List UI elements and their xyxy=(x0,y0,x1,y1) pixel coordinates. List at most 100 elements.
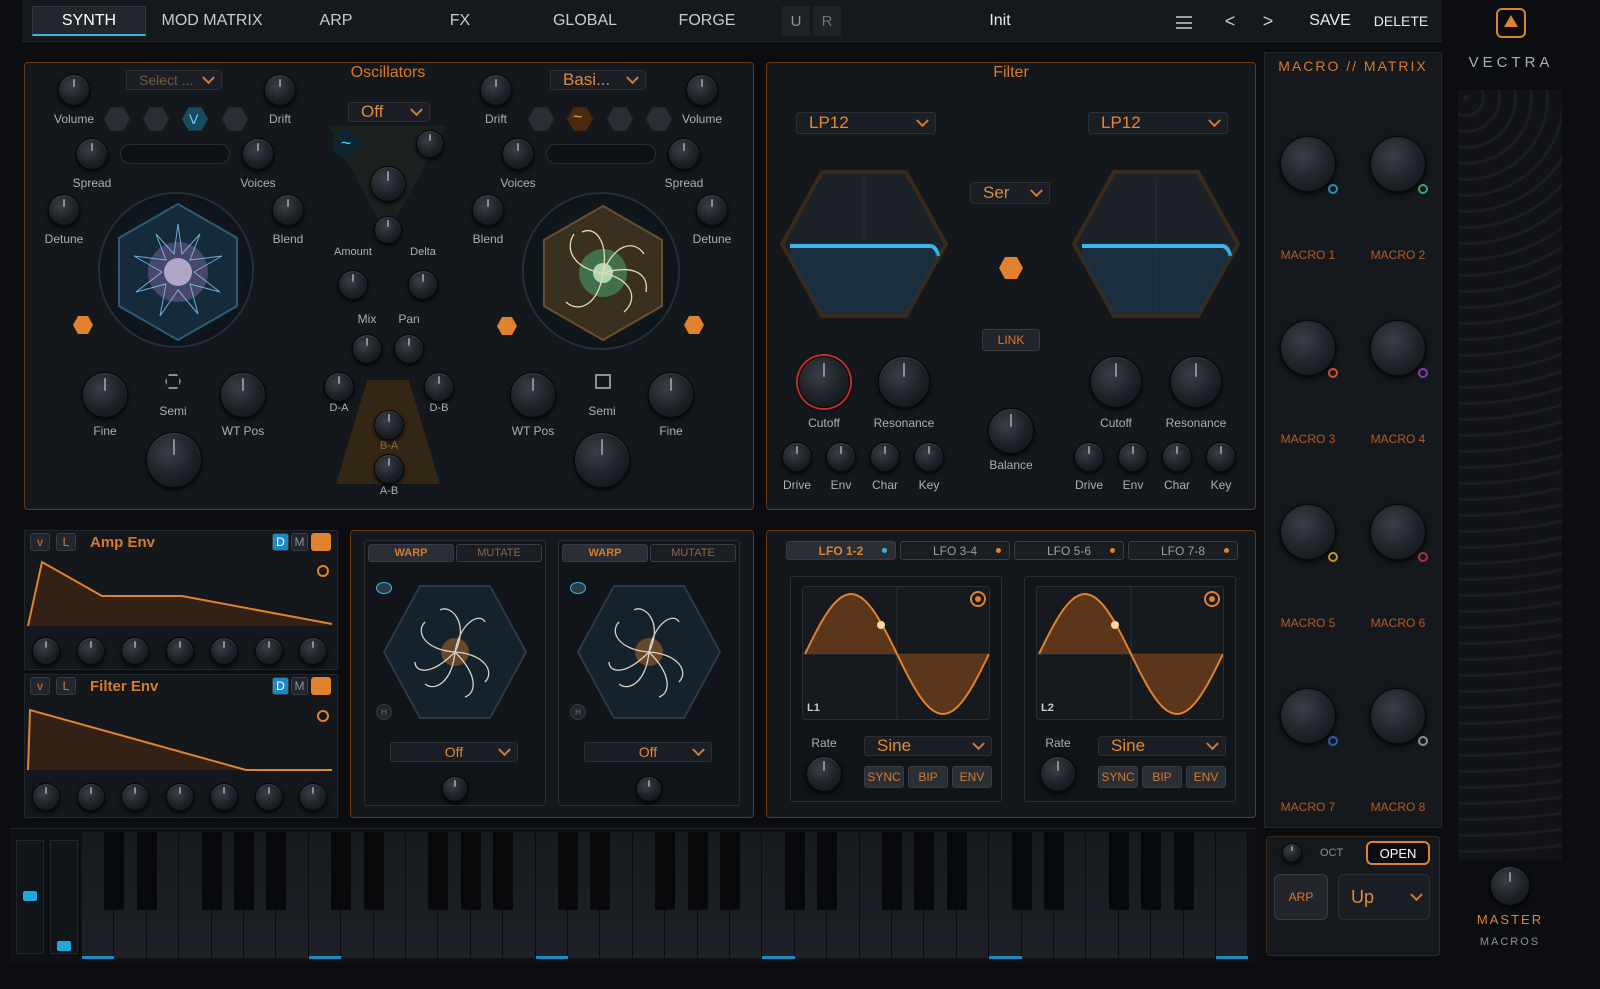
tab-mod-matrix[interactable]: MOD MATRIX xyxy=(150,6,274,36)
preset-name[interactable]: Init xyxy=(850,6,1150,36)
osc-a-wavetable-display[interactable] xyxy=(98,192,254,348)
filter-env-knob-5[interactable] xyxy=(210,783,238,811)
osc-a-fine-knob[interactable] xyxy=(82,372,128,418)
warp-1-amount-knob[interactable] xyxy=(442,776,468,802)
menu-icon[interactable] xyxy=(1176,16,1192,29)
amp-env-knob-1[interactable] xyxy=(32,637,60,665)
filter-env-knob-7[interactable] xyxy=(299,783,327,811)
tab-forge[interactable]: FORGE xyxy=(664,6,750,36)
warp-2-amount-knob[interactable] xyxy=(636,776,662,802)
filter-routing-select[interactable]: Ser xyxy=(970,182,1050,204)
osc-a-drift-knob[interactable] xyxy=(264,74,296,106)
lfo-tab-2[interactable]: LFO 3-4 xyxy=(900,541,1010,560)
da-knob[interactable] xyxy=(324,372,354,402)
amp-env-knob-5[interactable] xyxy=(210,637,238,665)
amp-env-m-button[interactable]: M xyxy=(291,533,308,551)
osc-b-drift-knob[interactable] xyxy=(480,74,512,106)
osc-b-detune-knob[interactable] xyxy=(696,194,728,226)
macro-2-knob[interactable] xyxy=(1370,136,1426,192)
pan-knob[interactable] xyxy=(394,334,424,364)
lock-icon[interactable] xyxy=(311,533,331,551)
black-key[interactable] xyxy=(914,832,935,910)
black-key[interactable] xyxy=(882,832,902,910)
osc-b-wtpos-knob[interactable] xyxy=(510,372,556,418)
filter-1-display[interactable] xyxy=(780,168,948,320)
lock-icon[interactable] xyxy=(311,677,331,695)
osc-a-voices-knob[interactable] xyxy=(242,138,274,170)
filter-2-display[interactable] xyxy=(1072,168,1240,320)
filter-1-resonance-knob[interactable] xyxy=(878,356,930,408)
amp-env-l-button[interactable]: L xyxy=(56,533,76,551)
osc-mix-bottom-knob[interactable] xyxy=(374,216,402,244)
u-button[interactable]: U xyxy=(782,6,810,36)
arp-toggle-button[interactable]: ARP xyxy=(1274,874,1328,920)
tab-synth[interactable]: SYNTH xyxy=(32,6,146,36)
ba-knob[interactable] xyxy=(374,410,404,440)
amp-env-d-button[interactable]: D xyxy=(272,533,289,551)
black-key[interactable] xyxy=(201,832,222,910)
black-key[interactable] xyxy=(558,832,578,910)
filter-env-v-button[interactable]: v xyxy=(30,677,50,695)
black-key[interactable] xyxy=(493,832,514,910)
black-key[interactable] xyxy=(817,832,838,910)
black-key[interactable] xyxy=(331,832,352,910)
filter-2-key-knob[interactable] xyxy=(1206,442,1236,472)
macro-6-knob[interactable] xyxy=(1370,504,1426,560)
lfo-1-wave-display[interactable] xyxy=(802,586,990,720)
osc-a-spread-knob[interactable] xyxy=(76,138,108,170)
delete-button[interactable]: DELETE xyxy=(1372,6,1430,36)
filter-env-l-button[interactable]: L xyxy=(56,677,76,695)
filter-2-char-knob[interactable] xyxy=(1162,442,1192,472)
black-key[interactable] xyxy=(428,832,449,910)
warp-1-mode-select[interactable]: Off xyxy=(390,742,518,762)
lfo-tab-3[interactable]: LFO 5-6 xyxy=(1014,541,1124,560)
r-button[interactable]: R xyxy=(813,6,841,36)
osc-mix-top-knob[interactable] xyxy=(416,130,444,158)
tab-arp[interactable]: ARP xyxy=(290,6,382,36)
osc-a-unison-display[interactable] xyxy=(120,144,230,164)
amp-env-v-button[interactable]: v xyxy=(30,533,50,551)
filter-2-drive-knob[interactable] xyxy=(1074,442,1104,472)
black-key[interactable] xyxy=(460,832,481,910)
osc-b-volume-knob[interactable] xyxy=(686,74,718,106)
black-key[interactable] xyxy=(1044,832,1064,910)
black-key[interactable] xyxy=(946,832,967,910)
lfo-tab-1[interactable]: LFO 1-2 xyxy=(786,541,896,560)
osc-a-detune-knob[interactable] xyxy=(48,194,80,226)
amp-env-knob-4[interactable] xyxy=(165,637,194,665)
next-preset-button[interactable]: > xyxy=(1256,6,1280,36)
filter-env-knob-4[interactable] xyxy=(165,783,194,811)
black-key[interactable] xyxy=(363,832,384,910)
tab-global[interactable]: GLOBAL xyxy=(540,6,630,36)
osc-b-semi-knob[interactable] xyxy=(574,432,630,488)
lfo-1-shape-select[interactable]: Sine xyxy=(864,736,992,756)
filter-2-type-select[interactable]: LP12 xyxy=(1088,112,1228,134)
tab-fx[interactable]: FX xyxy=(420,6,500,36)
filter-1-char-knob[interactable] xyxy=(870,442,900,472)
warp-2-flower-display[interactable] xyxy=(574,582,724,722)
lfo-1-env-button[interactable]: ENV xyxy=(952,766,992,788)
lfo-1-rate-knob[interactable] xyxy=(806,756,842,792)
db-knob[interactable] xyxy=(424,372,454,402)
ab-knob[interactable] xyxy=(374,454,404,484)
osc-mix-center-knob[interactable] xyxy=(370,166,406,202)
black-key[interactable] xyxy=(590,832,611,910)
warp-1-flower-display[interactable] xyxy=(380,582,530,722)
lfo-1-sync-button[interactable]: SYNC xyxy=(864,766,904,788)
osc-b-unison-display[interactable] xyxy=(546,144,656,164)
black-key[interactable] xyxy=(784,832,805,910)
master-knob[interactable] xyxy=(1490,866,1530,906)
filter-2-resonance-knob[interactable] xyxy=(1170,356,1222,408)
filter-env-m-button[interactable]: M xyxy=(291,677,308,695)
osc-a-semi-knob[interactable] xyxy=(146,432,202,488)
osc-mode-select[interactable]: Off xyxy=(348,102,430,122)
black-key[interactable] xyxy=(655,832,676,910)
mix-knob[interactable] xyxy=(352,334,382,364)
delta-knob[interactable] xyxy=(408,270,438,300)
filter-balance-knob[interactable] xyxy=(988,408,1034,454)
osc-a-volume-knob[interactable] xyxy=(58,74,90,106)
osc-b-blend-knob[interactable] xyxy=(472,194,504,226)
warp-2-warp-tab[interactable]: WARP xyxy=(562,544,648,562)
arp-open-button[interactable]: OPEN xyxy=(1366,841,1430,865)
filter-1-type-select[interactable]: LP12 xyxy=(796,112,936,134)
